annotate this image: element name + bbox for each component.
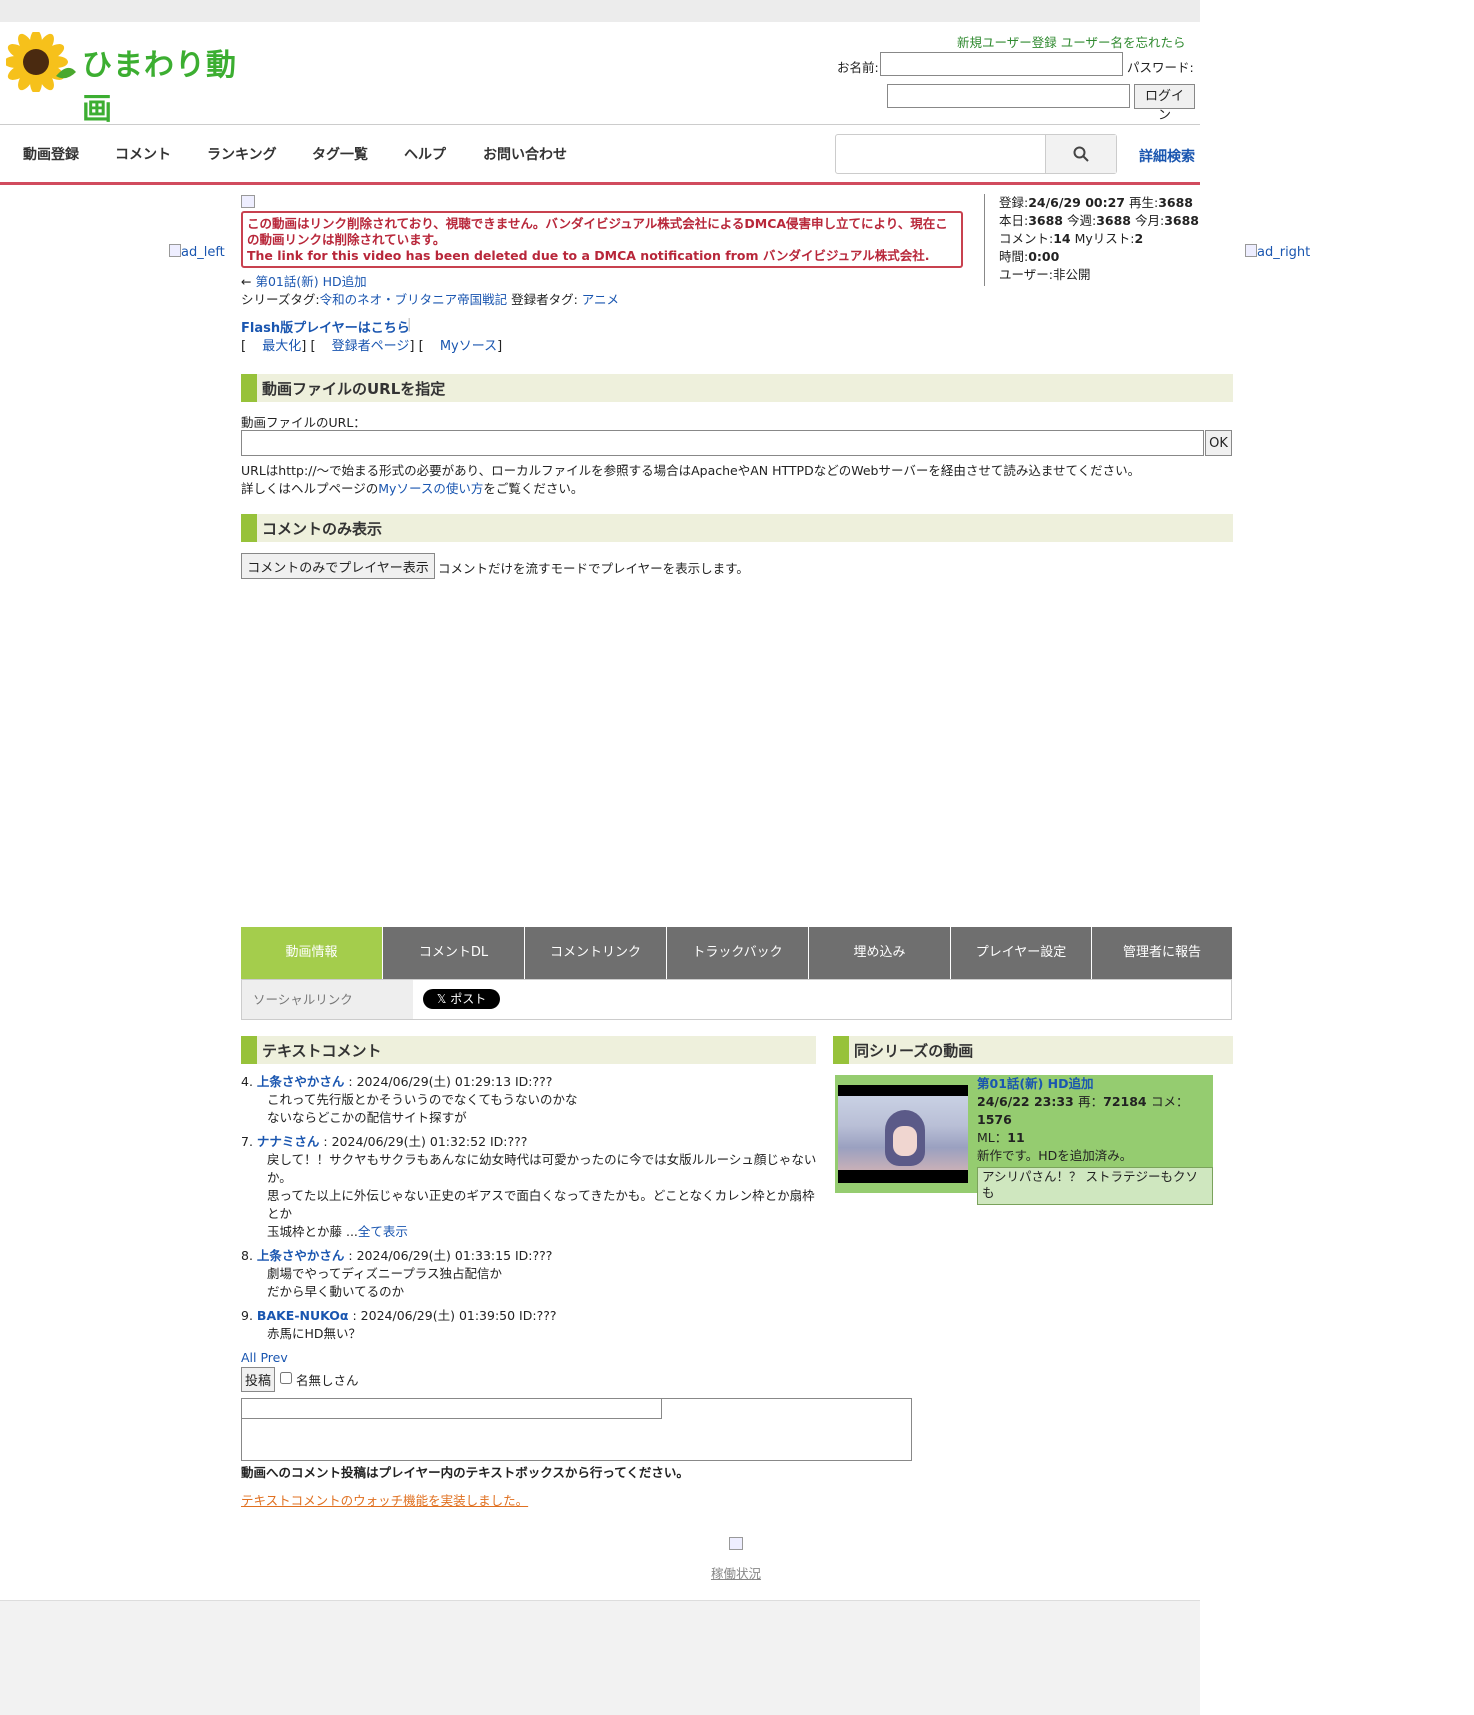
uploader-page-link[interactable]: 登録者ページ (332, 339, 410, 354)
broken-image-icon (729, 1537, 743, 1550)
nav-ranking[interactable]: ランキング (207, 144, 277, 164)
show-all-link[interactable]: 全て表示 (358, 1224, 408, 1239)
tab-comment-link[interactable]: コメントリンク (525, 927, 667, 979)
ad-left[interactable]: ad_left (169, 244, 225, 260)
comment-textarea[interactable] (242, 1419, 911, 1460)
detail-search-link[interactable]: 詳細検索 (1139, 146, 1195, 166)
comment-name-input[interactable] (242, 1399, 662, 1419)
password-label: パスワード: (1127, 60, 1194, 75)
url-ok-button[interactable]: OK (1205, 430, 1232, 456)
text-comments-header: テキストコメント (241, 1036, 816, 1064)
name-label: お名前: (837, 60, 879, 75)
prev-episode: ← 第01話(新) HD追加 (241, 274, 367, 289)
comment-only-player-button[interactable]: コメントのみでプレイヤー表示 (241, 553, 435, 579)
search-button[interactable] (1045, 135, 1116, 173)
tab-report[interactable]: 管理者に報告 (1092, 927, 1232, 979)
anonymous-checkbox[interactable] (280, 1372, 292, 1384)
nav-upload[interactable]: 動画登録 (23, 144, 79, 164)
comment-author-link[interactable]: 上条さやかさん (257, 1074, 345, 1089)
flash-player-link[interactable]: Flash版プレイヤーはこちら (241, 317, 410, 336)
x-post-button[interactable]: 𝕏 ポスト (423, 989, 500, 1009)
series-header: 同シリーズの動画 (833, 1036, 1233, 1064)
series-video-ml: ML：11 (977, 1130, 1025, 1145)
comment-item: 7. ナナミさん : 2024/06/29(土) 01:32:52 ID:???… (241, 1134, 817, 1239)
comment-item: 8. 上条さやかさん : 2024/06/29(土) 01:33:15 ID:?… (241, 1248, 553, 1299)
prev-episode-link[interactable]: 第01話(新) HD追加 (255, 274, 366, 289)
sunflower-icon (6, 32, 76, 92)
flash-divider: | (407, 317, 412, 332)
my-source-help-link[interactable]: Myソースの使い方 (378, 481, 483, 496)
tab-player-settings[interactable]: プレイヤー設定 (951, 927, 1092, 979)
comment-author-link[interactable]: ナナミさん (257, 1134, 320, 1149)
series-video-meta: 24/6/22 23:33 再：72184 コメ：1576 (977, 1094, 1189, 1127)
broken-image-icon (241, 195, 255, 208)
prev-comments-link[interactable]: Prev (260, 1350, 287, 1365)
logo-text: ひまわり動画 (82, 48, 237, 127)
url-field-label: 動画ファイルのURL： (241, 415, 366, 430)
url-note: URLはhttp://〜で始まる形式の必要があり、ローカルファイルを参照する場合… (241, 463, 1141, 496)
search-icon (1073, 146, 1089, 162)
forgot-username-link[interactable]: ユーザー名を忘れたら (1061, 35, 1186, 50)
video-thumbnail[interactable] (838, 1085, 968, 1183)
comment-compose (241, 1398, 912, 1461)
site-logo[interactable]: ひまわり動画 (6, 32, 256, 127)
comment-only-header: コメントのみ表示 (241, 514, 1233, 542)
warning-en: The link for this video has been deleted… (247, 248, 930, 263)
comment-item: 9. BAKE-NUKOα : 2024/06/29(土) 01:39:50 I… (241, 1308, 557, 1341)
series-video-desc: 新作です。HDを追加済み。 (977, 1148, 1133, 1163)
series-video-card[interactable]: 第01話(新) HD追加 24/6/22 23:33 再：72184 コメ：15… (835, 1075, 1213, 1205)
nav-comment[interactable]: コメント (115, 144, 171, 164)
search-input[interactable] (836, 135, 1046, 173)
tab-embed[interactable]: 埋め込み (809, 927, 951, 979)
url-section-title: 動画ファイルのURLを指定 (262, 380, 446, 398)
ad-right[interactable]: ad_right (1245, 244, 1310, 260)
comment-list: 4. 上条さやかさん : 2024/06/29(土) 01:29:13 ID:?… (241, 1073, 821, 1367)
my-source-link[interactable]: Myソース (440, 339, 497, 354)
text-comments-title: テキストコメント (262, 1042, 382, 1060)
service-status-link[interactable]: 稼働状況 (711, 1563, 761, 1582)
tab-trackback[interactable]: トラックバック (667, 927, 809, 979)
comment-only-title: コメントのみ表示 (262, 520, 383, 538)
nav-tags[interactable]: タグ一覧 (312, 144, 368, 164)
top-strip (0, 0, 1200, 22)
page-footer (0, 1600, 1200, 1715)
comment-post-note: 動画へのコメント投稿はプレイヤー内のテキストボックスから行ってください。 (241, 1465, 689, 1480)
search-box (835, 134, 1117, 174)
tags-line: シリーズタグ:令和のネオ・ブリタニア帝国戦記 登録者タグ: アニメ (241, 292, 620, 307)
series-video-latest-comment: アシリパさん！？ ストラテジーもクソも (977, 1167, 1213, 1205)
url-section-header: 動画ファイルのURLを指定 (241, 374, 1233, 402)
nav-contact[interactable]: お問い合わせ (483, 144, 567, 164)
anonymous-label: 名無しさん (296, 1373, 359, 1388)
series-video-title-link[interactable]: 第01話(新) HD追加 (977, 1076, 1094, 1091)
account-links: 新規ユーザー登録 ユーザー名を忘れたら (957, 32, 1194, 51)
dmca-warning: この動画はリンク削除されており、視聴できません。バンダイビジュアル株式会社による… (241, 211, 963, 268)
tab-comment-dl[interactable]: コメントDL (383, 927, 525, 979)
social-links: ソーシャルリンク 𝕏 ポスト (241, 979, 1232, 1020)
watch-feature-link[interactable]: テキストコメントのウォッチ機能を実装しました。 (241, 1490, 528, 1509)
video-stats: 登録:24/6/29 00:27 再生:3688 本日:3688 今週:3688… (984, 194, 1199, 286)
comment-author-link[interactable]: 上条さやかさん (257, 1248, 345, 1263)
login-button[interactable]: ログイン (1134, 84, 1195, 123)
broken-image-icon (1245, 244, 1257, 257)
warning-ja: この動画はリンク削除されており、視聴できません。バンダイビジュアル株式会社による… (247, 216, 948, 247)
player-links: [ 最大化] [ 登録者ページ] [ Myソース] (241, 339, 503, 354)
maximize-link[interactable]: 最大化 (262, 339, 301, 354)
username-input[interactable] (880, 52, 1123, 76)
info-tabs: 動画情報 コメントDL コメントリンク トラックバック 埋め込み プレイヤー設定… (241, 927, 1232, 979)
register-link[interactable]: 新規ユーザー登録 (957, 35, 1057, 50)
all-comments-link[interactable]: All (241, 1350, 257, 1365)
series-title: 同シリーズの動画 (854, 1042, 974, 1060)
broken-image-icon (169, 244, 181, 257)
video-url-input[interactable] (241, 430, 1204, 456)
user-tag-link[interactable]: アニメ (582, 292, 619, 307)
series-tag-link[interactable]: 令和のネオ・ブリタニア帝国戦記 (320, 292, 508, 307)
password-input[interactable] (887, 84, 1130, 108)
tab-video-info[interactable]: 動画情報 (241, 927, 383, 979)
nav-help[interactable]: ヘルプ (404, 144, 446, 164)
comment-item: 4. 上条さやかさん : 2024/06/29(土) 01:29:13 ID:?… (241, 1074, 578, 1125)
post-comment-button[interactable]: 投稿 (241, 1367, 275, 1392)
comment-only-desc: コメントだけを流すモードでプレイヤーを表示します。 (438, 561, 749, 576)
social-label: ソーシャルリンク (242, 980, 413, 1019)
comment-author-link[interactable]: BAKE-NUKOα (257, 1308, 349, 1323)
